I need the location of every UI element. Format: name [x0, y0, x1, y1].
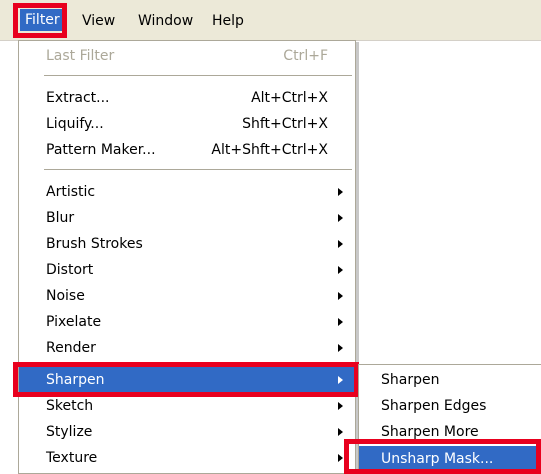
menu-bar: Filter View Window Help — [0, 0, 541, 41]
submenu-arrow-icon — [338, 454, 343, 462]
menu-window[interactable]: Window — [138, 10, 193, 32]
menu-item-noise[interactable]: Noise — [19, 283, 355, 309]
submenu-arrow-icon — [338, 266, 343, 274]
menu-item-label: Extract... — [46, 90, 110, 106]
menu-item-distort[interactable]: Distort — [19, 257, 355, 283]
callout-unsharp-mask — [344, 439, 541, 474]
callout-filter — [13, 3, 67, 38]
menu-item-stylize[interactable]: Stylize — [19, 419, 355, 445]
menu-item-label: Brush Strokes — [46, 236, 143, 252]
submenu-item-label: Sharpen Edges — [381, 398, 487, 414]
menu-item-brush-strokes[interactable]: Brush Strokes — [19, 231, 355, 257]
callout-sharpen — [13, 362, 359, 397]
menu-item-label: Stylize — [46, 424, 93, 440]
menu-item-shortcut: Alt+Shft+Ctrl+X — [211, 142, 328, 158]
menu-item-texture[interactable]: Texture — [19, 445, 355, 471]
menu-item-label: Pattern Maker... — [46, 142, 156, 158]
menu-item-label: Last Filter — [46, 48, 115, 64]
menu-item-liquify[interactable]: Liquify... Shft+Ctrl+X — [19, 111, 355, 137]
submenu-arrow-icon — [338, 240, 343, 248]
menu-item-last-filter[interactable]: Last Filter Ctrl+F — [19, 43, 355, 69]
menu-item-label: Liquify... — [46, 116, 104, 132]
menu-help[interactable]: Help — [212, 10, 244, 32]
submenu-arrow-icon — [338, 188, 343, 196]
filter-menu: Last Filter Ctrl+F Extract... Alt+Ctrl+X… — [18, 40, 356, 474]
submenu-arrow-icon — [338, 344, 343, 352]
menu-item-label: Noise — [46, 288, 85, 304]
submenu-item-label: Sharpen — [381, 372, 440, 388]
menu-view[interactable]: View — [82, 10, 115, 32]
menu-item-shortcut: Ctrl+F — [283, 48, 328, 64]
submenu-arrow-icon — [338, 428, 343, 436]
menu-item-label: Blur — [46, 210, 75, 226]
menu-item-label: Artistic — [46, 184, 96, 200]
menu-item-label: Distort — [46, 262, 94, 278]
menu-item-label: Pixelate — [46, 314, 102, 330]
menu-item-pixelate[interactable]: Pixelate — [19, 309, 355, 335]
menu-separator — [44, 169, 352, 170]
menu-item-extract[interactable]: Extract... Alt+Ctrl+X — [19, 85, 355, 111]
menu-item-render[interactable]: Render — [19, 335, 355, 361]
menu-item-pattern-maker[interactable]: Pattern Maker... Alt+Shft+Ctrl+X — [19, 137, 355, 163]
menu-item-blur[interactable]: Blur — [19, 205, 355, 231]
menu-item-shortcut: Alt+Ctrl+X — [251, 90, 328, 106]
submenu-arrow-icon — [338, 318, 343, 326]
submenu-arrow-icon — [338, 214, 343, 222]
menu-item-shortcut: Shft+Ctrl+X — [242, 116, 328, 132]
menu-item-artistic[interactable]: Artistic — [19, 179, 355, 205]
submenu-item-sharpen-edges[interactable]: Sharpen Edges — [359, 393, 541, 419]
menu-item-label: Texture — [46, 450, 98, 466]
menu-item-label: Render — [46, 340, 96, 356]
submenu-arrow-icon — [338, 292, 343, 300]
submenu-item-sharpen[interactable]: Sharpen — [359, 367, 541, 393]
submenu-arrow-icon — [338, 402, 343, 410]
menu-separator — [44, 75, 352, 76]
